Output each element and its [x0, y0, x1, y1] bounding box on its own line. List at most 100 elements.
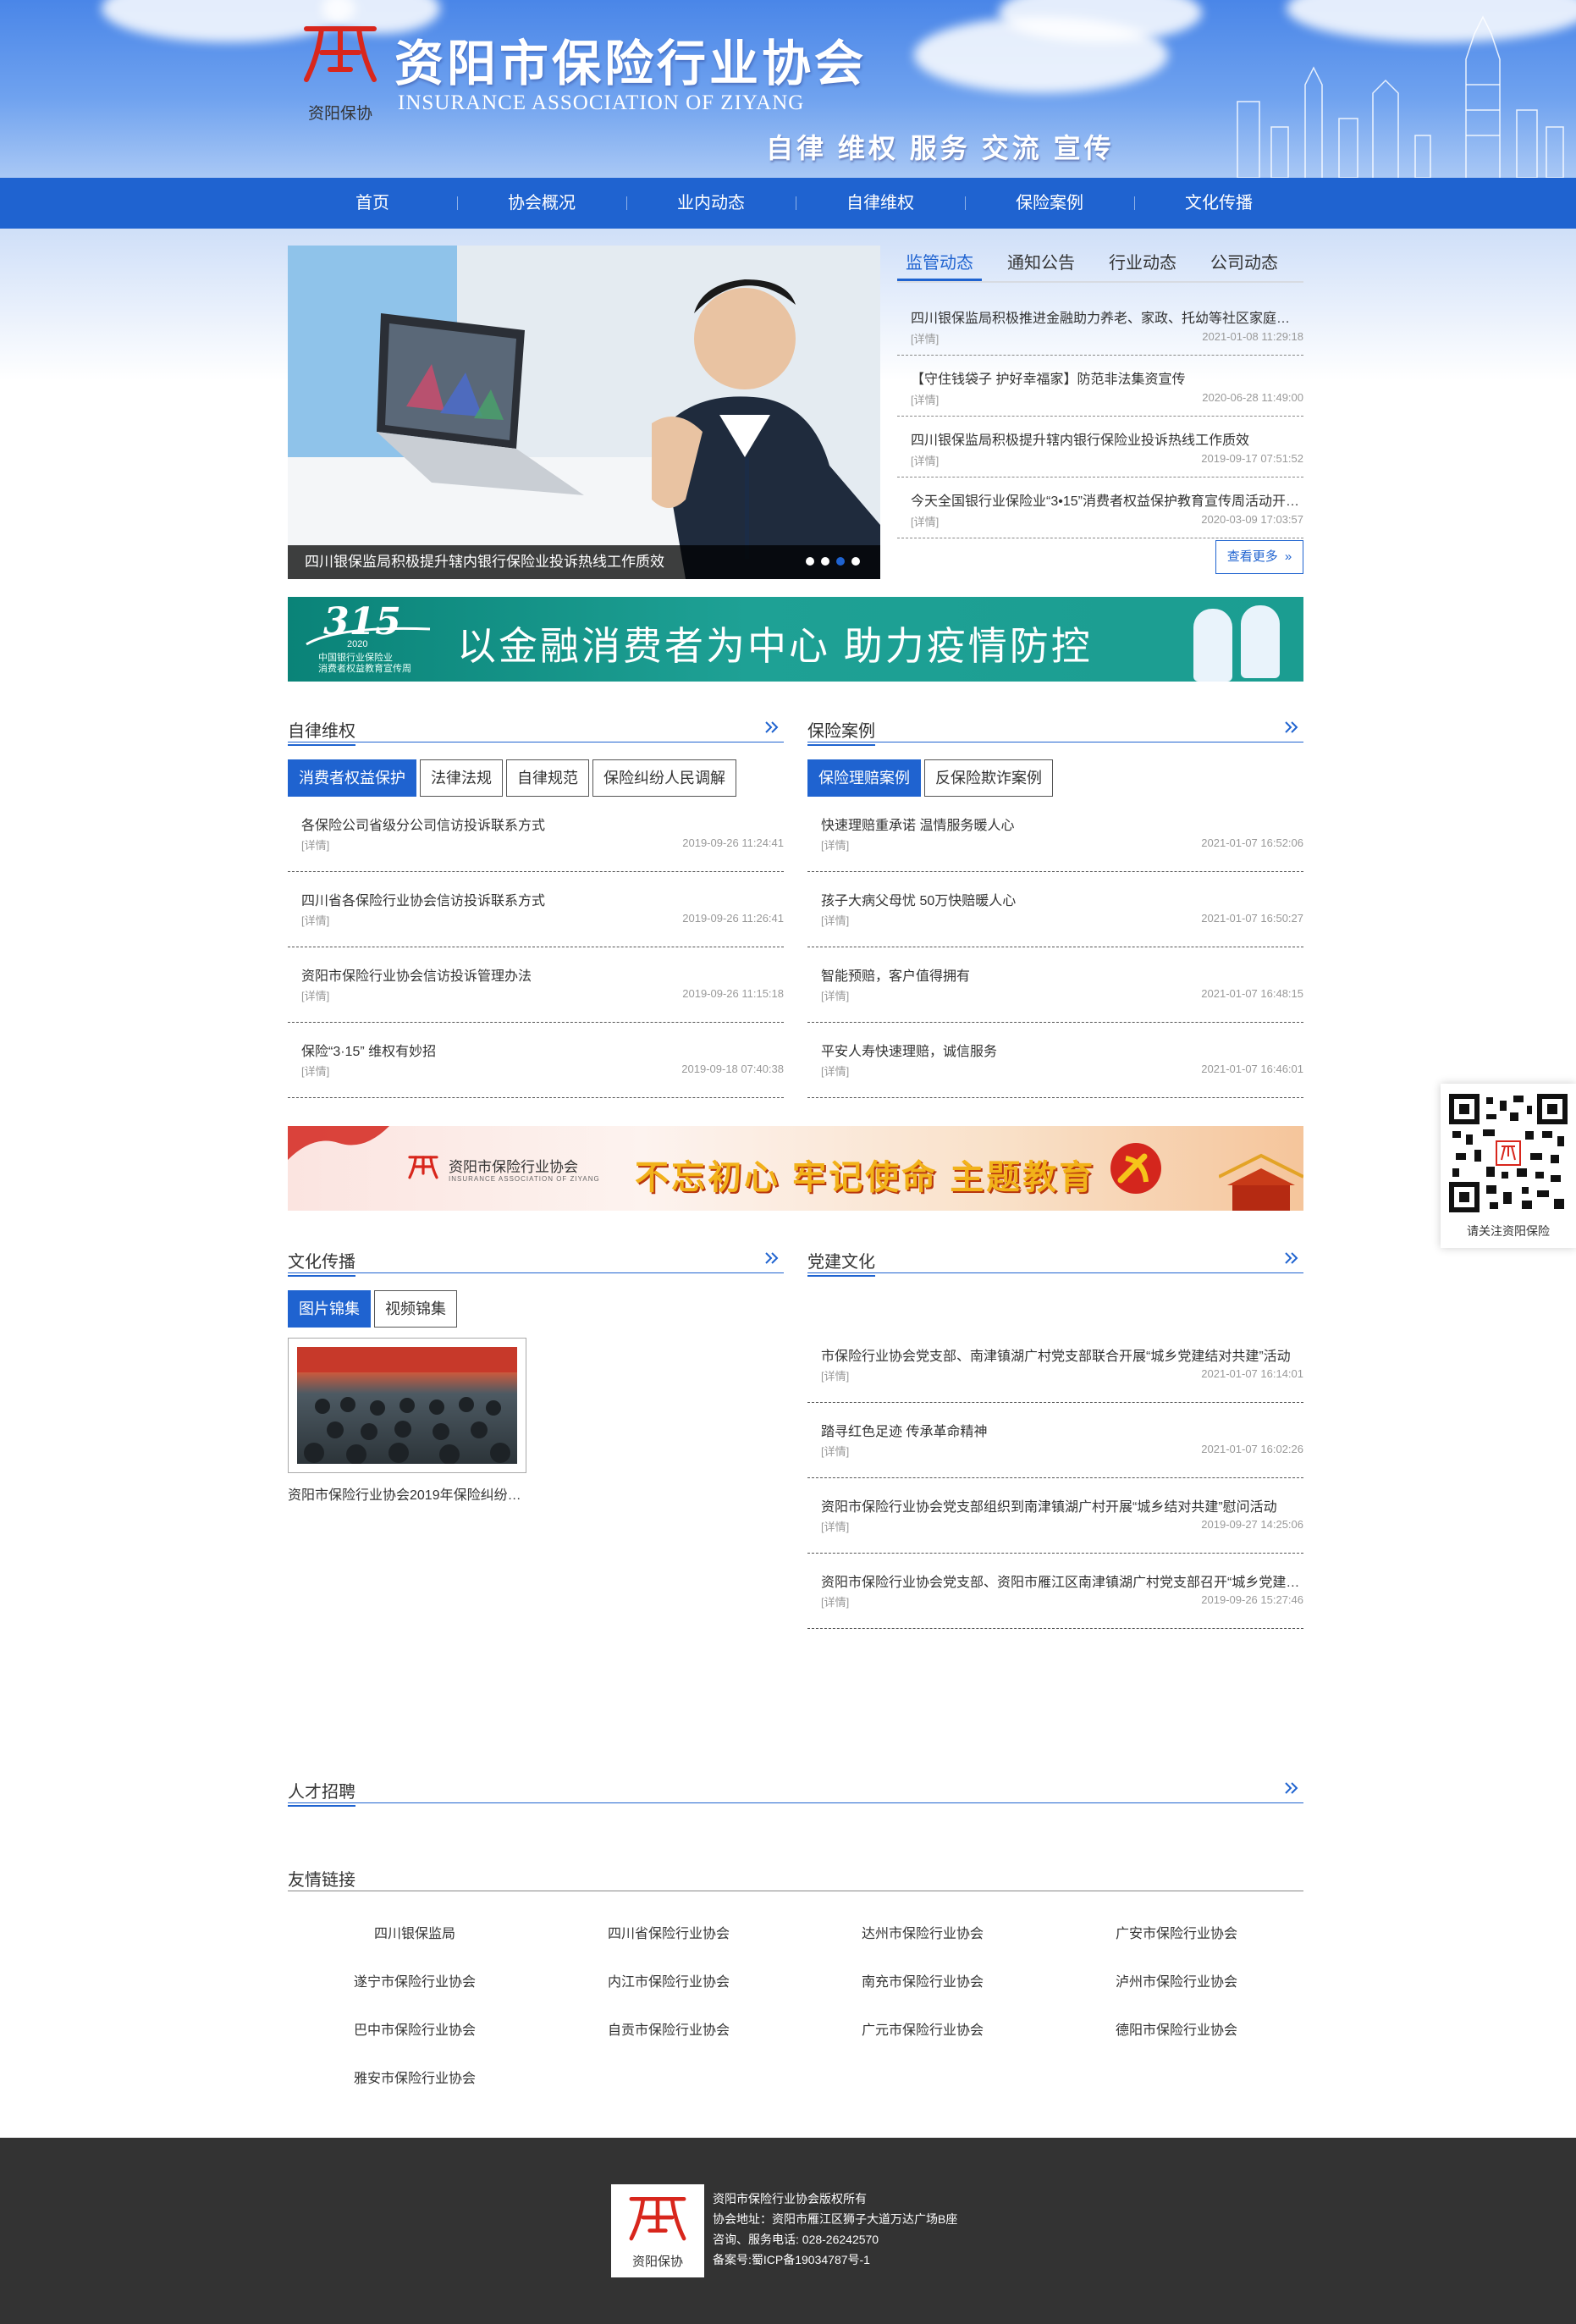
article-title[interactable]: 孩子大病父母忧 50万快赔暖人心 — [821, 889, 1303, 909]
site-logo[interactable]: 资阳保协 — [298, 19, 383, 123]
friend-link[interactable]: 四川银保监局 — [288, 1922, 542, 1942]
ad-banner-party-education[interactable]: 资阳市保险行业协会 INSURANCE ASSOCIATION OF ZIYAN… — [288, 1126, 1303, 1211]
nav-item-culture[interactable]: 文化传播 — [1134, 178, 1303, 229]
article-date: 2019-09-26 11:24:41 — [682, 836, 784, 849]
article-detail-link[interactable]: [详情] — [821, 1593, 849, 1609]
article-detail-link[interactable]: [详情] — [821, 1518, 849, 1534]
news-detail-link[interactable]: [详情] — [911, 330, 939, 346]
section-culture: 文化传播 图片锦集 视频锦集 — [288, 1245, 784, 1328]
article-title[interactable]: 各保险公司省级分公司信访投诉联系方式 — [301, 814, 784, 834]
article-detail-link[interactable]: [详情] — [301, 1063, 329, 1079]
banner-slider[interactable]: 四川银保监局积极提升辖内银行保险业投诉热线工作质效 — [288, 246, 880, 579]
gallery-photo — [297, 1347, 517, 1464]
article-detail-link[interactable]: [详情] — [821, 987, 849, 1003]
double-chevron-right-icon[interactable] — [763, 717, 780, 737]
article-detail-link[interactable]: [详情] — [301, 836, 329, 853]
article-title[interactable]: 踏寻红色足迹 传承革命精神 — [821, 1420, 1303, 1440]
qr-code-panel: 请关注资阳保险 — [1441, 1084, 1576, 1248]
subtab-laws[interactable]: 法律法规 — [420, 759, 503, 797]
more-news-button[interactable]: 查看更多 » — [1215, 540, 1303, 574]
friend-link[interactable]: 泸州市保险行业协会 — [1050, 1970, 1303, 1990]
section-title: 人才招聘 — [288, 1778, 355, 1807]
article-date: 2021-01-07 16:52:06 — [1201, 836, 1303, 849]
footer-logo: 资阳保协 — [611, 2184, 704, 2277]
ad-party-slogan: 不忘初心 牢记使命 主题教育 — [635, 1159, 1096, 1196]
news-title[interactable]: 【守住钱袋子 护好幸福家】防范非法集资宣传 — [911, 367, 1300, 388]
article-detail-link[interactable]: [详情] — [301, 987, 329, 1003]
friend-link[interactable]: 广安市保险行业协会 — [1050, 1922, 1303, 1942]
gallery-item[interactable] — [288, 1338, 526, 1473]
news-title[interactable]: 四川银保监局积极提升辖内银行保险业投诉热线工作质效 — [911, 428, 1300, 449]
list-item: 孩子大病父母忧 50万快赔暖人心 [详情] 2021-01-07 16:50:2… — [807, 872, 1303, 947]
nav-item-self-regulation[interactable]: 自律维权 — [796, 178, 965, 229]
section-friend-links: 友情链接 — [288, 1863, 1303, 1891]
logo-mark-icon — [304, 26, 377, 82]
site-header: 资阳保协 资阳市保险行业协会 INSURANCE ASSOCIATION OF … — [0, 0, 1576, 178]
tab-company-news[interactable]: 公司动态 — [1202, 246, 1287, 281]
tab-industry-news[interactable]: 行业动态 — [1100, 246, 1185, 281]
subtab-self-regulation-rules[interactable]: 自律规范 — [506, 759, 589, 797]
subtab-photo-gallery[interactable]: 图片锦集 — [288, 1290, 371, 1328]
friend-link[interactable]: 自贡市保险行业协会 — [542, 2018, 796, 2039]
nav-item-about[interactable]: 协会概况 — [457, 178, 626, 229]
double-chevron-right-icon[interactable] — [1283, 1778, 1300, 1798]
nav-item-cases[interactable]: 保险案例 — [965, 178, 1134, 229]
slider-dot-4[interactable] — [851, 557, 860, 566]
red-flag-graphic — [288, 1126, 389, 1160]
article-detail-link[interactable]: [详情] — [821, 912, 849, 928]
friend-link[interactable]: 达州市保险行业协会 — [796, 1922, 1050, 1942]
subtab-claim-cases[interactable]: 保险理赔案例 — [807, 759, 921, 797]
article-title[interactable]: 资阳市保险行业协会党支部、资阳市雁江区南津镇湖广村党支部召开“城乡党建结对共建”… — [821, 1570, 1303, 1591]
friend-link[interactable]: 广元市保险行业协会 — [796, 2018, 1050, 2039]
article-title[interactable]: 快速理赔重承诺 温情服务暖人心 — [821, 814, 1303, 834]
subtab-dispute-mediation[interactable]: 保险纠纷人民调解 — [592, 759, 736, 797]
nav-item-home[interactable]: 首页 — [288, 178, 457, 229]
article-detail-link[interactable]: [详情] — [301, 912, 329, 928]
site-footer: 资阳保协 资阳市保险行业协会版权所有 协会地址：资阳市雁江区狮子大道万达广场B座… — [0, 2138, 1576, 2324]
news-item: 今天全国银行业保险业“3•15”消费者权益保护教育宣传周活动开始了 [详情] 2… — [897, 477, 1303, 538]
slider-dot-2[interactable] — [821, 557, 829, 566]
qr-code-image[interactable] — [1449, 1094, 1568, 1212]
double-chevron-right-icon[interactable] — [1283, 1248, 1300, 1268]
news-detail-link[interactable]: [详情] — [911, 513, 939, 529]
double-chevron-right-icon[interactable] — [763, 1248, 780, 1268]
article-title[interactable]: 保险“3·15” 维权有妙招 — [301, 1040, 784, 1060]
slider-dot-1[interactable] — [806, 557, 814, 566]
article-title[interactable]: 平安人寿快速理赔，诚信服务 — [821, 1040, 1303, 1060]
friend-link[interactable]: 南充市保险行业协会 — [796, 1970, 1050, 1990]
friend-link[interactable]: 德阳市保险行业协会 — [1050, 2018, 1303, 2039]
article-title[interactable]: 智能预赔，客户值得拥有 — [821, 964, 1303, 985]
friend-link[interactable]: 遂宁市保险行业协会 — [288, 1970, 542, 1990]
friend-link[interactable]: 巴中市保险行业协会 — [288, 2018, 542, 2039]
friend-link[interactable]: 内江市保险行业协会 — [542, 1970, 796, 1990]
news-detail-link[interactable]: [详情] — [911, 391, 939, 407]
article-detail-link[interactable]: [详情] — [821, 1443, 849, 1459]
double-chevron-right-icon[interactable] — [1283, 717, 1300, 737]
article-detail-link[interactable]: [详情] — [821, 836, 849, 853]
tab-regulatory-news[interactable]: 监管动态 — [897, 246, 982, 281]
article-detail-link[interactable]: [详情] — [821, 1367, 849, 1383]
article-title[interactable]: 四川省各保险行业协会信访投诉联系方式 — [301, 889, 784, 909]
article-title[interactable]: 资阳市保险行业协会党支部组织到南津镇湖广村开展“城乡结对共建”慰问活动 — [821, 1495, 1303, 1515]
news-title[interactable]: 今天全国银行业保险业“3•15”消费者权益保护教育宣传周活动开始了 — [911, 489, 1300, 510]
subtab-video-gallery[interactable]: 视频锦集 — [374, 1290, 457, 1328]
nav-item-industry-news[interactable]: 业内动态 — [626, 178, 796, 229]
friend-link[interactable]: 雅安市保险行业协会 — [288, 2067, 542, 2087]
ad-banner-315[interactable]: 315 2020 中国银行业保险业 消费者权益教育宣传周 以金融消费者为中心 助… — [288, 597, 1303, 682]
article-date: 2019-09-26 11:15:18 — [682, 987, 784, 1000]
friend-link[interactable]: 四川省保险行业协会 — [542, 1922, 796, 1942]
tab-notices[interactable]: 通知公告 — [999, 246, 1083, 281]
news-detail-link[interactable]: [详情] — [911, 452, 939, 468]
news-title[interactable]: 四川银保监局积极推进金融助力养老、家政、托幼等社区家庭服务业发展 — [911, 306, 1300, 327]
logo-mark-icon — [629, 2197, 686, 2241]
slider-dot-3[interactable] — [836, 557, 845, 566]
footer-icp[interactable]: 备案号:蜀ICP备19034787号-1 — [713, 2249, 957, 2270]
article-title[interactable]: 市保险行业协会党支部、南津镇湖广村党支部联合开展“城乡党建结对共建”活动 — [821, 1344, 1303, 1365]
article-detail-link[interactable]: [详情] — [821, 1063, 849, 1079]
gallery-caption[interactable]: 资阳市保险行业协会2019年保险纠纷人民调解工作会议 — [288, 1483, 526, 1504]
slider-caption[interactable]: 四川银保监局积极提升辖内银行保险业投诉热线工作质效 — [305, 549, 664, 571]
article-title[interactable]: 资阳市保险行业协会信访投诉管理办法 — [301, 964, 784, 985]
section-header: 文化传播 — [288, 1245, 784, 1277]
subtab-anti-fraud-cases[interactable]: 反保险欺诈案例 — [924, 759, 1053, 797]
subtab-consumer-protection[interactable]: 消费者权益保护 — [288, 759, 416, 797]
